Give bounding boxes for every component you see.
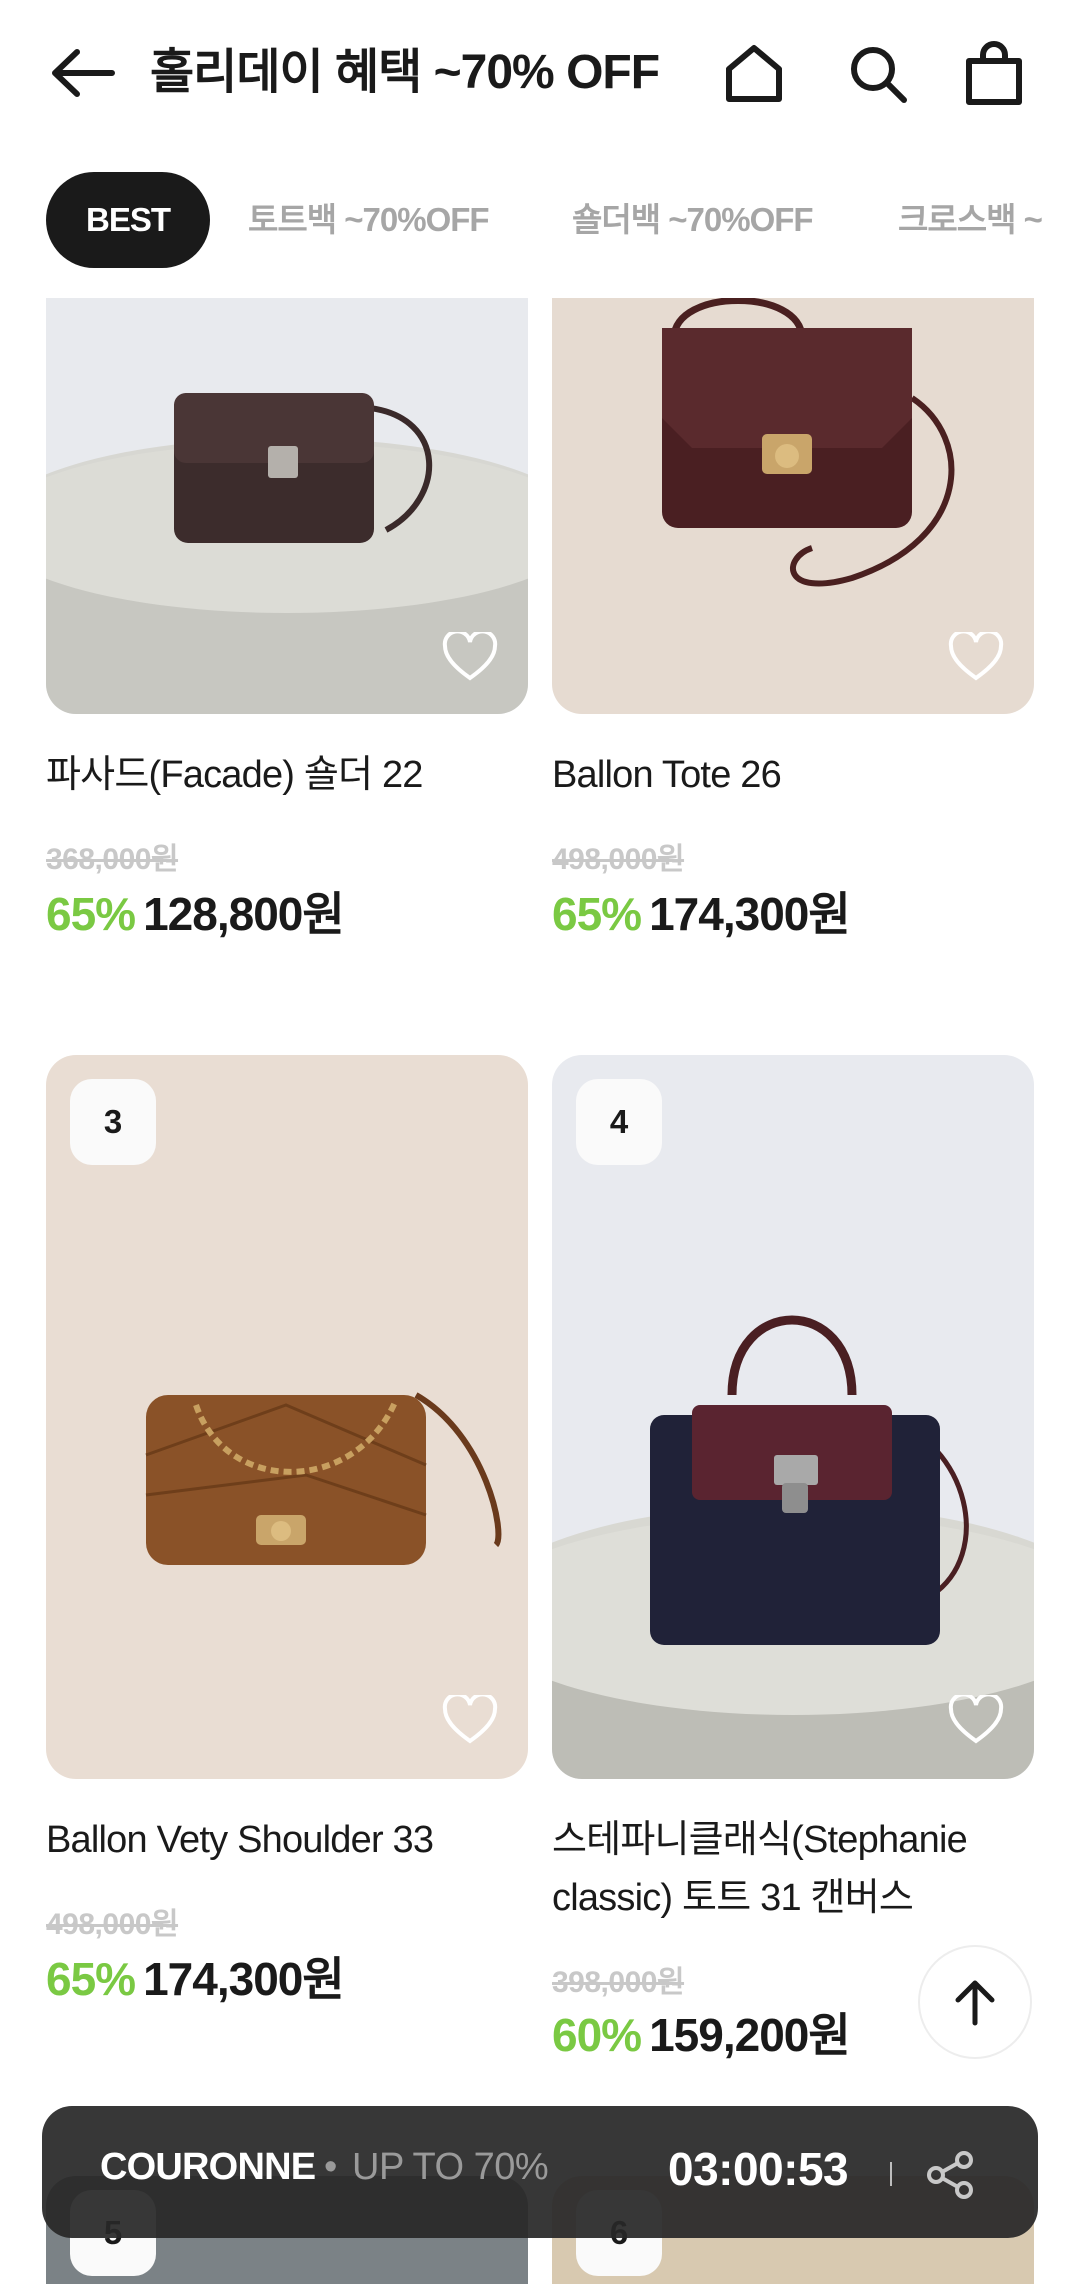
product-image[interactable]: 4 xyxy=(552,1055,1034,1779)
product-image[interactable] xyxy=(552,298,1034,714)
original-price: 498,000원 xyxy=(552,843,685,876)
price-row: 60% 159,200원 xyxy=(552,1999,851,2065)
heart-icon[interactable] xyxy=(442,1695,498,1745)
rank-badge: 4 xyxy=(576,1079,662,1165)
arrow-up-icon xyxy=(955,1980,995,2026)
price-row: 65% 174,300원 xyxy=(552,878,851,944)
discount-rate: 60% xyxy=(552,2009,642,2061)
banner-separator: • xyxy=(324,2146,338,2188)
page-title: 홀리데이 혜택 ~70% OFF xyxy=(150,46,660,99)
price-row: 65% 128,800원 xyxy=(46,878,345,944)
heart-icon[interactable] xyxy=(948,1695,1004,1745)
discount-rate: 65% xyxy=(46,1953,136,2005)
tab-crossbody[interactable]: 크로스백 ~ xyxy=(898,172,1043,268)
sale-price: 174,300원 xyxy=(649,888,851,940)
top-app-bar: 홀리데이 혜택 ~70% OFF xyxy=(0,0,1080,150)
original-price: 368,000원 xyxy=(46,843,179,876)
tab-tote[interactable]: 토트백 ~70%OFF xyxy=(248,172,490,268)
share-icon xyxy=(927,2151,973,2199)
tab-best[interactable]: BEST xyxy=(46,172,211,268)
scroll-to-top-button[interactable] xyxy=(918,1945,1032,2059)
price-row: 65% 174,300원 xyxy=(46,1943,345,2009)
sale-price: 174,300원 xyxy=(143,1953,345,2005)
tab-shoulder[interactable]: 숄더백 ~70%OFF xyxy=(572,172,814,268)
countdown-timer: 03:00:53 xyxy=(668,2143,849,2195)
shopping-bag-icon xyxy=(966,41,1022,105)
product-image[interactable]: 3 xyxy=(46,1055,528,1779)
promo-banner[interactable]: COURONNE • UP TO 70% 03:00:53 xyxy=(42,2106,1038,2238)
heart-icon[interactable] xyxy=(442,632,498,682)
cart-button[interactable] xyxy=(956,36,1032,112)
original-price: 498,000원 xyxy=(46,1908,179,1941)
search-button[interactable] xyxy=(840,36,916,112)
home-icon xyxy=(726,45,782,102)
product-image[interactable] xyxy=(46,298,528,714)
original-price: 398,000원 xyxy=(552,1966,685,1999)
discount-rate: 65% xyxy=(552,888,642,940)
divider xyxy=(890,2162,892,2186)
home-button[interactable] xyxy=(716,36,792,112)
banner-brand: COURONNE xyxy=(100,2146,316,2188)
category-tabs: BEST 토트백 ~70%OFF 숄더백 ~70%OFF 크로스백 ~ xyxy=(0,168,1080,272)
product-name[interactable]: 파사드(Facade) 숄더 22 xyxy=(46,746,423,804)
heart-icon[interactable] xyxy=(948,632,1004,682)
back-arrow-icon xyxy=(52,49,115,97)
product-name[interactable]: Ballon Tote 26 xyxy=(552,746,782,804)
sale-price: 159,200원 xyxy=(649,2009,851,2061)
share-button[interactable] xyxy=(922,2146,980,2204)
banner-subtitle: UP TO 70% xyxy=(352,2146,549,2188)
search-icon xyxy=(851,47,907,103)
discount-rate: 65% xyxy=(46,888,136,940)
back-button[interactable] xyxy=(40,36,124,110)
rank-badge: 3 xyxy=(70,1079,156,1165)
product-name[interactable]: Ballon Vety Shoulder 33 xyxy=(46,1811,434,1869)
sale-price: 128,800원 xyxy=(143,888,345,940)
product-name[interactable]: 스테파니클래식(Stephanie classic) 토트 31 캔버스 xyxy=(552,1811,1022,1927)
